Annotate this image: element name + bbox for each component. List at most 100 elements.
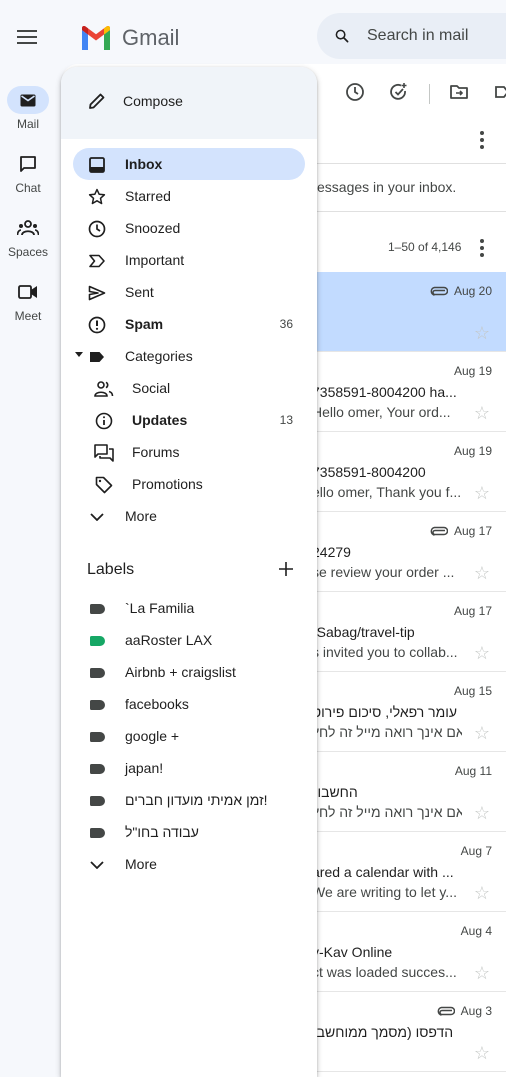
- move-to-button[interactable]: [443, 76, 475, 108]
- nav-item-snoozed[interactable]: Snoozed: [73, 212, 305, 244]
- star-icon[interactable]: ☆: [474, 323, 490, 344]
- nav-label: Sent: [125, 284, 154, 300]
- compose-button[interactable]: Compose: [87, 91, 183, 111]
- label-item[interactable]: google +: [73, 720, 305, 752]
- nav-item-starred[interactable]: Starred: [73, 180, 305, 212]
- label-name: Airbnb + craigslist: [125, 664, 236, 680]
- star-icon[interactable]: ☆: [474, 723, 490, 744]
- label-icon: [87, 759, 107, 779]
- star-icon[interactable]: ☆: [474, 483, 490, 504]
- banner-text: essages in your inbox.: [317, 179, 457, 195]
- add-to-tasks-button[interactable]: [383, 76, 415, 108]
- email-snippet: אם אינך רואה מייל זה לחץ: [312, 804, 462, 820]
- info-icon: [94, 411, 114, 431]
- nav-item-sent[interactable]: Sent: [73, 276, 305, 308]
- pencil-icon: [89, 93, 105, 109]
- nav-item-more[interactable]: More: [73, 500, 305, 532]
- folder-nav: Inbox Starred Snoozed Important Sent Spa…: [73, 148, 317, 532]
- rail-label-meet: Meet: [14, 309, 42, 323]
- caret-down-icon[interactable]: [75, 352, 83, 357]
- forum-icon: [94, 443, 114, 463]
- star-icon[interactable]: ☆: [474, 1043, 490, 1064]
- nav-label: Starred: [125, 188, 171, 204]
- attachment-icon: [437, 1006, 455, 1016]
- nav-label: Important: [125, 252, 185, 268]
- labels-button[interactable]: [486, 76, 506, 108]
- pager-more-icon[interactable]: [472, 238, 492, 258]
- label-item[interactable]: עבודה בחו"ל: [73, 816, 305, 848]
- labels-header: Labels: [87, 558, 297, 582]
- label-item[interactable]: japan!: [73, 752, 305, 784]
- mail-icon: [7, 86, 49, 114]
- rail-item-meet[interactable]: Meet: [0, 278, 56, 323]
- label-item[interactable]: facebooks: [73, 688, 305, 720]
- nav-item-important[interactable]: Important: [73, 244, 305, 276]
- plus-icon[interactable]: [275, 558, 297, 580]
- rail-label-spaces: Spaces: [7, 245, 49, 259]
- attachment-icon: [430, 286, 448, 296]
- compose-label: Compose: [123, 93, 183, 109]
- labels-more[interactable]: More: [73, 848, 305, 880]
- clock-icon: [87, 219, 107, 239]
- email-subject: עומר רפאלי, סיכום פירוט: [312, 704, 458, 720]
- email-snippet: se review your order ...: [312, 564, 455, 580]
- nav-item-forums[interactable]: Forums: [73, 436, 305, 468]
- chevron-down-icon: [87, 507, 107, 527]
- nav-item-social[interactable]: Social: [73, 372, 305, 404]
- email-snippet: ct was loaded succes...: [312, 964, 457, 980]
- label-outline-icon: [495, 86, 506, 98]
- nav-label: Categories: [125, 348, 193, 364]
- email-subject: v-Kav Online: [312, 944, 393, 960]
- label-name: japan!: [125, 760, 164, 776]
- more-options-icon[interactable]: [472, 130, 492, 150]
- nav-item-updates[interactable]: Updates 13: [73, 404, 305, 436]
- chat-icon: [7, 150, 49, 178]
- email-date: Aug 7: [460, 844, 492, 858]
- star-icon[interactable]: ☆: [474, 563, 490, 584]
- email-snippet: אם אינך רואה מייל זה לחץ: [312, 724, 462, 740]
- nav-item-inbox[interactable]: Inbox: [73, 148, 305, 180]
- search-bar[interactable]: [317, 13, 506, 59]
- rail-item-chat[interactable]: Chat: [0, 150, 56, 195]
- email-subject: 7358591-8004200 ha...: [312, 384, 457, 400]
- nav-item-spam[interactable]: Spam 36: [73, 308, 305, 340]
- rail-item-mail[interactable]: Mail: [0, 86, 56, 131]
- move-folder-icon: [450, 85, 468, 99]
- label-name: google +: [125, 728, 180, 744]
- nav-item-categories[interactable]: Categories: [73, 340, 305, 372]
- clock-icon: [346, 83, 364, 101]
- email-subject: 24279: [312, 544, 351, 560]
- email-date: Aug 17: [453, 604, 492, 618]
- search-icon[interactable]: [335, 26, 349, 46]
- snooze-button[interactable]: [339, 76, 371, 108]
- star-icon[interactable]: ☆: [474, 803, 490, 824]
- label-item[interactable]: זמן אמיתי מועדון חברים!: [73, 784, 305, 816]
- star-icon[interactable]: ☆: [474, 643, 490, 664]
- email-date: Aug 19: [453, 364, 492, 378]
- label-item[interactable]: aaRoster LAX: [73, 624, 305, 656]
- navigation-drawer: Compose Inbox Starred Snoozed Important …: [61, 67, 317, 1077]
- nav-label: Spam: [125, 316, 164, 332]
- email-subject: ared a calendar with ...: [312, 864, 454, 880]
- pagination-label: 1–50 of 4,146: [388, 240, 462, 254]
- label-icon: [87, 823, 107, 843]
- label-icon: [87, 347, 107, 367]
- nav-item-promotions[interactable]: Promotions: [73, 468, 305, 500]
- label-item[interactable]: Airbnb + craigslist: [73, 656, 305, 688]
- star-icon[interactable]: ☆: [474, 883, 490, 904]
- app-name: Gmail: [122, 25, 180, 50]
- email-subject: החשבונ: [312, 784, 358, 800]
- label-name: עבודה בחו"ל: [125, 824, 199, 840]
- main-menu-button[interactable]: [14, 24, 40, 50]
- star-icon[interactable]: ☆: [474, 963, 490, 984]
- label-name: `La Familia: [125, 600, 195, 616]
- spam-icon: [87, 315, 107, 335]
- hamburger-icon: [17, 30, 37, 44]
- label-item[interactable]: `La Familia: [73, 592, 305, 624]
- rail-item-spaces[interactable]: Spaces: [0, 214, 56, 259]
- gmail-logo[interactable]: Gmail: [80, 22, 179, 54]
- email-subject: rSabag/travel-tip: [312, 624, 415, 640]
- star-icon[interactable]: ☆: [474, 403, 490, 424]
- add-task-icon: [390, 83, 407, 100]
- search-input[interactable]: [367, 27, 506, 45]
